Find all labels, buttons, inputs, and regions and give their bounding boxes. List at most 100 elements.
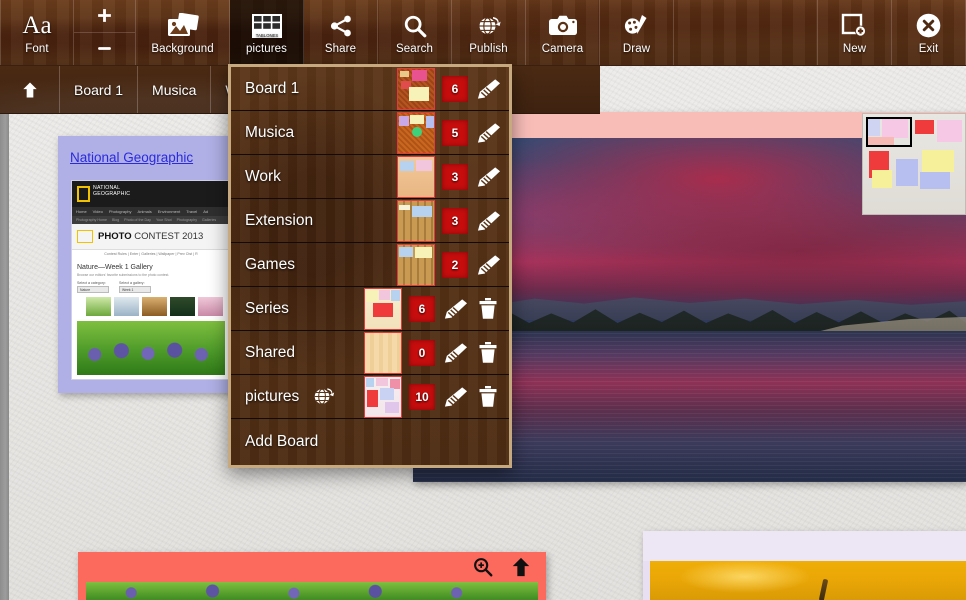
tab-musica[interactable]: Musica xyxy=(138,66,212,113)
tab-collapse-up-button[interactable] xyxy=(0,66,60,113)
natgeo-main-nav: Home Video Photography Animals Environment… xyxy=(72,207,230,216)
board-menu-row-series[interactable]: Series 6 xyxy=(231,287,509,331)
board-thumbnail xyxy=(397,243,435,286)
board-thumbnail xyxy=(397,67,435,110)
tab-board-1[interactable]: Board 1 xyxy=(60,66,139,113)
board-name: Series xyxy=(245,299,289,317)
board-menu-row-work[interactable]: Work 3 xyxy=(231,155,509,199)
toolbar-button-font[interactable]: Aa Font xyxy=(0,0,74,65)
natgeo-link[interactable]: National Geographic xyxy=(58,136,236,172)
toolbar-button-new[interactable]: New xyxy=(818,0,892,65)
red-card-header[interactable] xyxy=(78,552,546,582)
board-thumbnail xyxy=(397,111,435,154)
share-icon xyxy=(328,11,354,41)
board-name: Board 1 xyxy=(245,79,300,97)
minimap-viewport-rect[interactable] xyxy=(866,117,912,147)
toolbar-button-exit[interactable]: Exit xyxy=(892,0,966,65)
board-menu-add-board-button[interactable]: Add Board xyxy=(231,419,509,465)
font-aa-icon: Aa xyxy=(22,11,52,39)
arrow-up-icon[interactable] xyxy=(510,556,532,583)
natgeo-site-header: NATIONAL GEOGRAPHIC xyxy=(72,181,230,207)
natgeo-small-logo-icon xyxy=(77,230,93,243)
board-menu-row-musica[interactable]: Musica 5 xyxy=(231,111,509,155)
board-name: Games xyxy=(245,255,295,273)
edit-pencil-icon[interactable] xyxy=(442,386,468,408)
board-thumbnail xyxy=(397,199,435,242)
board-note-count-badge: 0 xyxy=(409,339,435,366)
natgeo-gallery-label: Select a gallery: xyxy=(119,281,145,285)
background-images-icon xyxy=(166,11,200,41)
delete-trash-icon[interactable] xyxy=(475,297,501,320)
zoom-out-minus-button[interactable] xyxy=(74,33,135,66)
toolbar-button-pictures[interactable]: TABLONES pictures xyxy=(230,0,304,65)
board-note-count-badge: 5 xyxy=(442,119,468,146)
toolbar-button-camera[interactable]: Camera xyxy=(526,0,600,65)
note-card-red[interactable] xyxy=(78,552,546,600)
draw-brush-icon xyxy=(623,11,650,41)
toolbar-spacer xyxy=(674,0,818,65)
exit-close-icon xyxy=(915,11,942,41)
board-name: pictures xyxy=(245,387,300,405)
natgeo-gallery-select: Week 1 xyxy=(119,286,151,293)
edit-pencil-icon[interactable] xyxy=(475,78,501,100)
board-name: Shared xyxy=(245,343,295,361)
note-card-national-geographic[interactable]: National Geographic NATIONAL GEOGRAPHIC … xyxy=(58,136,236,393)
board-note-count-badge: 10 xyxy=(409,383,435,410)
publish-globe-icon xyxy=(476,11,502,41)
board-selector-dropdown[interactable]: Board 1 6 Musica 5 Work 3 Extension 3 Ga… xyxy=(228,64,512,468)
toolbar-button-draw[interactable]: Draw xyxy=(600,0,674,65)
delete-trash-icon[interactable] xyxy=(475,385,501,408)
edit-pencil-icon[interactable] xyxy=(475,254,501,276)
board-thumbnail xyxy=(364,287,402,330)
board-menu-row-games[interactable]: Games 2 xyxy=(231,243,509,287)
toolbar-button-search[interactable]: Search xyxy=(378,0,452,65)
board-overview-minimap[interactable] xyxy=(862,113,966,215)
board-menu-row-pictures[interactable]: pictures 10 xyxy=(231,375,509,419)
delete-trash-icon[interactable] xyxy=(475,341,501,364)
new-board-icon xyxy=(841,11,868,41)
board-thumbnail xyxy=(364,375,402,418)
publish-globe-icon[interactable] xyxy=(311,384,336,409)
board-menu-row-board-1[interactable]: Board 1 6 xyxy=(231,67,509,111)
toolbar-button-share[interactable]: Share xyxy=(304,0,378,65)
natgeo-gallery-block: Nature—Week 1 Gallery Browse our editors… xyxy=(72,259,230,293)
svg-text:TABLONES: TABLONES xyxy=(255,32,278,37)
note-card-yellow-photo[interactable] xyxy=(643,531,966,600)
natgeo-category-label: Select a category: xyxy=(77,281,106,285)
board-note-count-badge: 2 xyxy=(442,251,468,278)
edit-pencil-icon[interactable] xyxy=(475,122,501,144)
board-name: Musica xyxy=(245,123,295,141)
natgeo-hero-photo xyxy=(77,321,225,375)
edit-pencil-icon[interactable] xyxy=(442,298,468,320)
search-icon xyxy=(402,11,428,41)
natgeo-thumbnail-strip xyxy=(72,293,230,316)
yellow-flower-photo xyxy=(650,561,966,600)
add-board-label: Add Board xyxy=(245,433,319,450)
board-menu-row-shared[interactable]: Shared 0 xyxy=(231,331,509,375)
edit-pencil-icon[interactable] xyxy=(475,166,501,188)
toolbar-button-publish[interactable]: Publish xyxy=(452,0,526,65)
board-note-count-badge: 3 xyxy=(442,163,468,190)
board-note-count-badge: 3 xyxy=(442,207,468,234)
toolbar-zoom-stepper[interactable] xyxy=(74,0,136,65)
zoom-in-icon[interactable] xyxy=(472,556,494,583)
toolbar-button-background[interactable]: Background xyxy=(136,0,230,65)
zoom-in-plus-button[interactable] xyxy=(74,0,135,33)
board-thumbnail xyxy=(397,155,435,198)
yellow-card-header[interactable] xyxy=(643,531,966,561)
canvas-scrollbar-left[interactable] xyxy=(0,66,9,600)
main-toolbar: Aa Font Background TABLONES pictures Sha… xyxy=(0,0,966,66)
edit-pencil-icon[interactable] xyxy=(442,342,468,364)
board-note-count-badge: 6 xyxy=(409,295,435,322)
red-card-photo xyxy=(86,582,538,600)
natgeo-category-select: Nature xyxy=(77,286,109,293)
natgeo-sub-nav: Photography Home Blog Photo of the Day You… xyxy=(72,216,230,224)
edit-pencil-icon[interactable] xyxy=(475,210,501,232)
natgeo-yellow-rectangle-logo-icon xyxy=(77,186,90,202)
natgeo-gallery-subtitle: Browse our editors' favorite submissions… xyxy=(77,273,170,277)
board-thumbnail xyxy=(364,331,402,374)
board-note-count-badge: 6 xyxy=(442,75,468,102)
board-name: Extension xyxy=(245,211,314,229)
camera-icon xyxy=(548,11,578,41)
board-menu-row-extension[interactable]: Extension 3 xyxy=(231,199,509,243)
